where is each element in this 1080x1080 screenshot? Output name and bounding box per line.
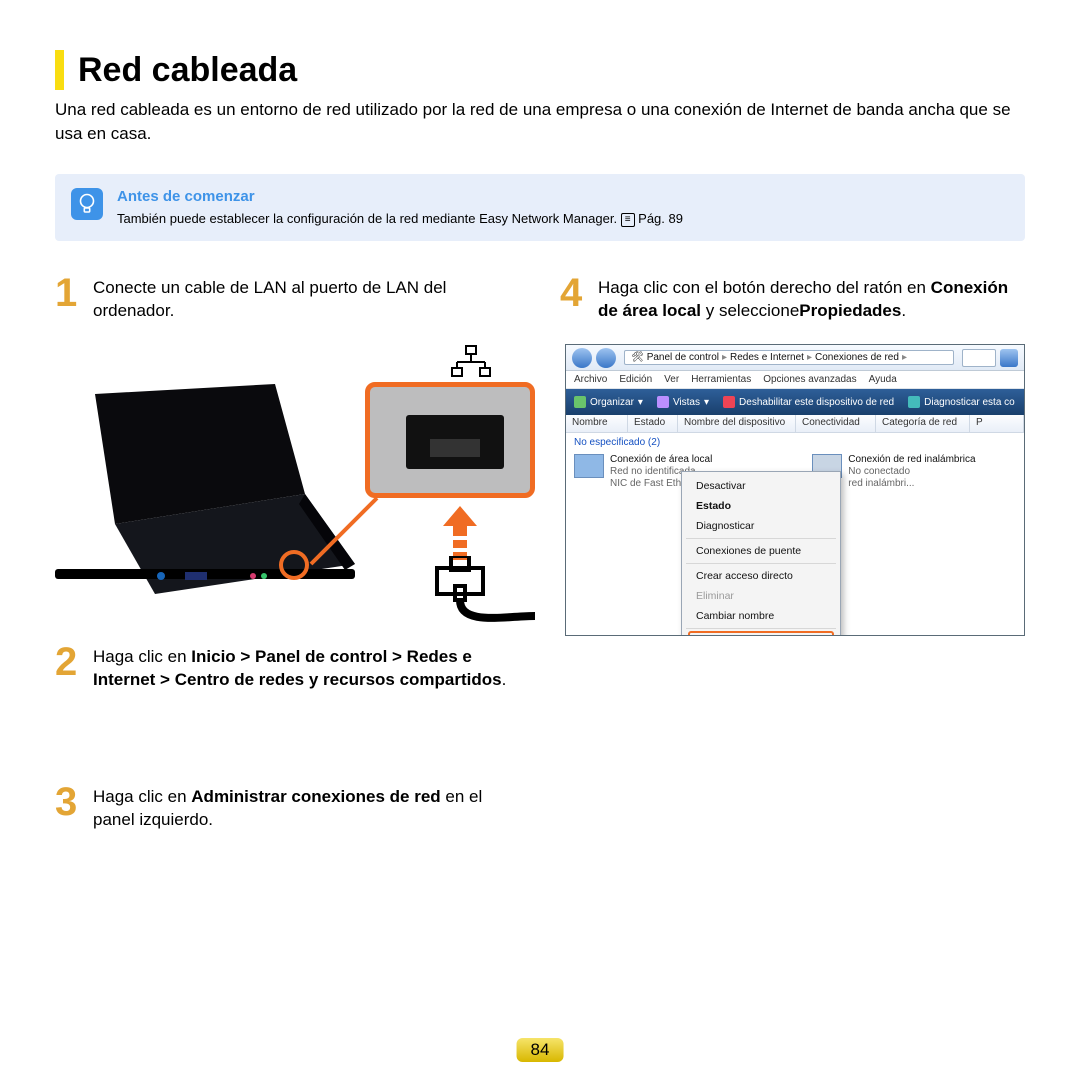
menu-item[interactable]: Archivo (574, 374, 607, 385)
menu-item-shortcut[interactable]: Crear acceso directo (686, 566, 836, 586)
back-button[interactable] (572, 348, 592, 368)
col-header[interactable]: Categoría de red (876, 415, 970, 432)
step-2: 2 Haga clic en Inicio > Panel de control… (55, 644, 520, 692)
step-text-fragment: y seleccione (701, 301, 799, 320)
breadcrumb-item[interactable]: Panel de control (647, 352, 719, 363)
lan-connection-icon (574, 454, 604, 478)
menu-item[interactable]: Opciones avanzadas (763, 374, 856, 385)
windows-screenshot: 🛠 Panel de control▸ Redes e Internet▸ Co… (560, 344, 1025, 644)
menu-item[interactable]: Ayuda (869, 374, 897, 385)
menu-item-status[interactable]: Estado (686, 496, 836, 516)
step-text: Haga clic con el botón derecho del ratón… (598, 275, 1025, 323)
step-text-fragment: Haga clic con el botón derecho del ratón… (598, 278, 931, 297)
callout-heading: Antes de comenzar (117, 188, 1007, 205)
step-text-fragment: Haga clic en (93, 647, 191, 666)
search-input[interactable] (962, 349, 996, 367)
menu-item-rename[interactable]: Cambiar nombre (686, 606, 836, 626)
col-header[interactable]: P (970, 415, 1024, 432)
connection-device: red inalámbri... (848, 478, 975, 490)
page-number: 84 (517, 1038, 564, 1062)
explorer-body: No especificado (2) Conexión de área loc… (566, 433, 1024, 635)
network-icon (451, 344, 491, 384)
callout-text-pre: También puede establecer la configuració… (117, 211, 621, 226)
step-4: 4 Haga clic con el botón derecho del rat… (560, 275, 1025, 323)
step-1: 1 Conecte un cable de LAN al puerto de L… (55, 275, 520, 323)
menu-bar: Archivo Edición Ver Herramientas Opcione… (566, 371, 1024, 389)
disable-device-button[interactable]: Deshabilitar este dispositivo de red (723, 396, 894, 408)
breadcrumb-item[interactable]: Conexiones de red (815, 352, 899, 363)
menu-item-disable[interactable]: Desactivar (686, 476, 836, 496)
step-text-bold: Propiedades (799, 301, 901, 320)
page-ref-icon: ≡ (621, 213, 635, 227)
breadcrumb-item[interactable]: Redes e Internet (730, 352, 804, 363)
refresh-button[interactable] (1000, 349, 1018, 367)
column-headers: Nombre Estado Nombre del dispositivo Con… (566, 415, 1024, 433)
menu-item[interactable]: Edición (619, 374, 652, 385)
step-text-fragment: . (502, 670, 507, 689)
toolbar: Organizar ▾ Vistas ▾ Deshabilitar este d… (566, 389, 1024, 415)
page-heading: Red cableada (55, 50, 1025, 90)
group-label: No especificado (2) (574, 437, 1016, 448)
step-text-bold: Administrar conexiones de red (191, 787, 440, 806)
context-menu: Desactivar Estado Diagnosticar Conexione… (681, 471, 841, 636)
step-text: Conecte un cable de LAN al puerto de LAN… (93, 275, 520, 323)
intro-paragraph: Una red cableada es un entorno de red ut… (55, 98, 1025, 146)
step-number: 3 (55, 784, 83, 832)
step-number: 4 (560, 275, 588, 323)
col-header[interactable]: Nombre (566, 415, 628, 432)
step-number: 2 (55, 644, 83, 692)
connection-name: Conexión de área local (610, 454, 712, 466)
menu-item-properties[interactable]: Propiedades (688, 631, 834, 636)
col-header[interactable]: Conectividad (796, 415, 876, 432)
menu-item-delete: Eliminar (686, 586, 836, 606)
breadcrumb[interactable]: 🛠 Panel de control▸ Redes e Internet▸ Co… (624, 350, 954, 365)
menu-item[interactable]: Herramientas (691, 374, 751, 385)
callout-text: También puede establecer la configuració… (117, 211, 1007, 227)
step-text-fragment: . (901, 301, 906, 320)
laptop-lan-figure (55, 344, 520, 614)
forward-button[interactable] (596, 348, 616, 368)
control-panel-icon: 🛠 (631, 352, 644, 363)
connection-name: Conexión de red inalámbrica (848, 454, 975, 466)
step-text-fragment: Haga clic en (93, 787, 191, 806)
accent-bar (55, 50, 64, 90)
diagnose-button[interactable]: Diagnosticar esta co (908, 396, 1015, 408)
menu-item[interactable]: Ver (664, 374, 679, 385)
col-header[interactable]: Estado (628, 415, 678, 432)
menu-item-bridge[interactable]: Conexiones de puente (686, 541, 836, 561)
ethernet-plug-icon (435, 556, 535, 636)
title-text: Red cableada (78, 51, 297, 90)
step-3: 3 Haga clic en Administrar conexiones de… (55, 784, 520, 832)
step-text: Haga clic en Administrar conexiones de r… (93, 784, 520, 832)
explorer-nav-bar: 🛠 Panel de control▸ Redes e Internet▸ Co… (566, 345, 1024, 371)
lightbulb-icon (71, 188, 103, 220)
connection-state: No conectado (848, 466, 975, 478)
menu-item-diagnose[interactable]: Diagnosticar (686, 516, 836, 536)
tip-callout: Antes de comenzar También puede establec… (55, 174, 1025, 241)
views-button[interactable]: Vistas ▾ (657, 396, 709, 408)
step-text: Haga clic en Inicio > Panel de control >… (93, 644, 520, 692)
callout-line (309, 496, 379, 566)
col-header[interactable]: Nombre del dispositivo (678, 415, 796, 432)
lan-port-callout (365, 382, 535, 498)
callout-page-ref: Pág. 89 (638, 211, 683, 226)
organize-button[interactable]: Organizar ▾ (574, 396, 643, 408)
step-number: 1 (55, 275, 83, 323)
